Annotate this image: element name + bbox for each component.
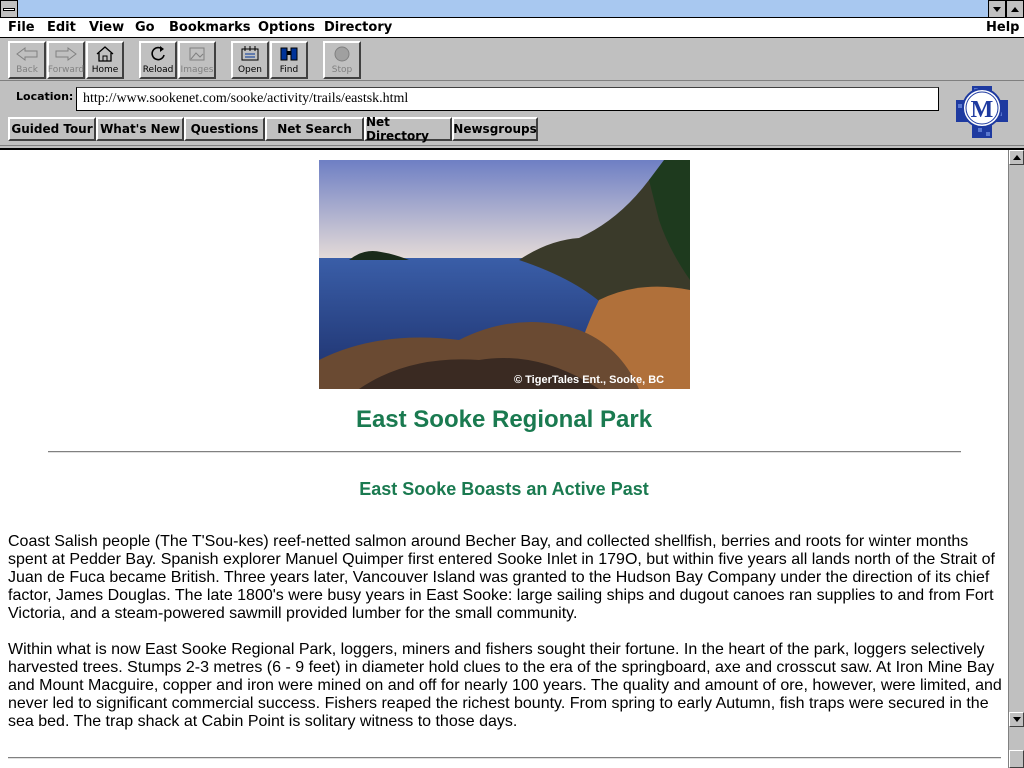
home-label: Home [91,65,119,75]
location-label: Location: [16,90,74,103]
back-label: Back [16,65,38,75]
forward-arrow-icon [55,43,77,65]
whats-new-button[interactable]: What's New [96,117,184,141]
forward-label: Forward [47,65,85,75]
menu-directory[interactable]: Directory [324,20,392,35]
reload-button[interactable]: Reload [139,41,177,79]
page-title: East Sooke Regional Park [355,406,653,433]
park-photo: © TigerTales Ent., Sooke, BC [319,160,690,389]
images-label: Images [180,65,214,75]
open-label: Open [237,65,263,75]
newsgroups-button[interactable]: Newsgroups [452,117,538,141]
scroll-down-button[interactable] [1009,712,1024,727]
images-icon [187,43,207,65]
menu-view[interactable]: View [89,20,124,35]
reload-icon [148,43,168,65]
minimize-button[interactable] [988,0,1006,18]
vertical-scrollbar[interactable] [1008,150,1024,768]
scroll-down-icon [1012,717,1021,722]
home-button[interactable]: Home [86,41,124,79]
history-paragraph-2: Within what is now East Sooke Regional P… [8,641,1002,730]
menu-file[interactable]: File [8,20,35,35]
menu-edit[interactable]: Edit [47,20,76,35]
find-label: Find [279,65,299,75]
stop-icon [333,43,351,65]
scroll-up-icon [1012,155,1021,160]
section-heading: East Sooke Boasts an Active Past [359,479,649,499]
location-bar: Location: http://www.sookenet.com/sooke/… [0,82,1024,116]
stop-button[interactable]: Stop [323,41,361,79]
toolbar: Back Forward Home Reload Images Open Fin… [0,39,1024,81]
photo-credit: © TigerTales Ent., Sooke, BC [514,374,664,386]
menu-options[interactable]: Options [258,20,315,35]
location-input[interactable]: http://www.sookenet.com/sooke/activity/t… [76,87,939,111]
binoculars-icon [279,43,299,65]
reload-label: Reload [142,65,174,75]
back-button[interactable]: Back [8,41,46,79]
net-search-button[interactable]: Net Search [265,117,364,141]
find-button[interactable]: Find [270,41,308,79]
menu-bookmarks[interactable]: Bookmarks [169,20,251,35]
horizontal-rule [48,451,961,453]
system-menu-button[interactable] [0,0,18,18]
images-button[interactable]: Images [178,41,216,79]
minimize-icon [993,6,1001,12]
scroll-thumb[interactable] [1009,750,1024,768]
stop-label: Stop [331,65,353,75]
title-bar [0,0,1024,18]
home-icon [95,43,115,65]
page-content: © TigerTales Ent., Sooke, BC East Sooke … [0,150,1008,768]
menu-help[interactable]: Help [986,20,1019,35]
maximize-button[interactable] [1006,0,1024,18]
scroll-up-button[interactable] [1009,150,1024,165]
open-icon [240,43,260,65]
logo-letter: M [971,97,994,123]
questions-button[interactable]: Questions [184,117,265,141]
maximize-icon [1011,6,1019,12]
history-paragraph-1: Coast Salish people (The T'Sou-kes) reef… [8,533,995,622]
guided-tour-button[interactable]: Guided Tour [8,117,96,141]
horizontal-rule-bottom [8,757,1001,759]
back-arrow-icon [16,43,38,65]
net-directory-button[interactable]: Net Directory [364,115,452,143]
system-menu-icon [3,7,15,11]
menu-go[interactable]: Go [135,20,155,35]
open-button[interactable]: Open [231,41,269,79]
browser-logo: M [952,84,1012,140]
menu-bar: File Edit View Go Bookmarks Options Dire… [0,18,1024,38]
forward-button[interactable]: Forward [47,41,85,79]
